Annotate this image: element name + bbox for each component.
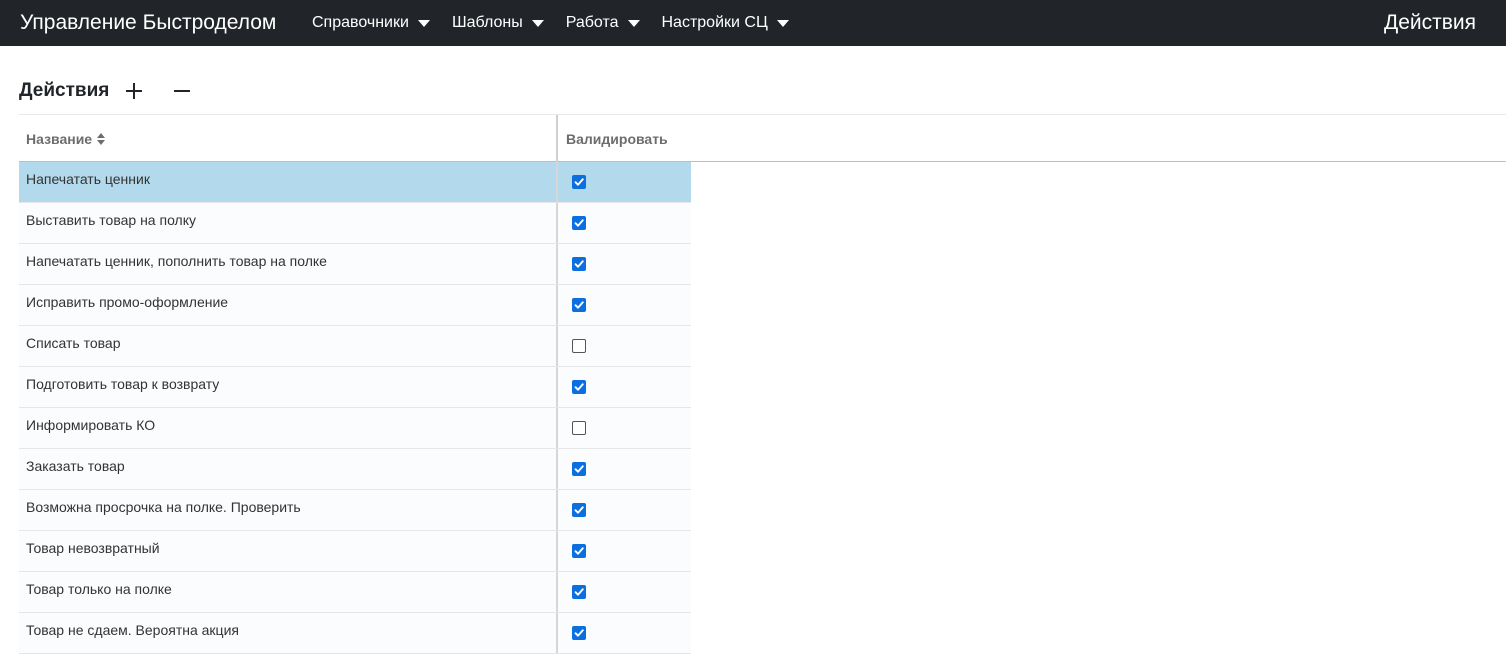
table-row[interactable]: Выставить товар на полку xyxy=(19,203,691,244)
validate-cell xyxy=(572,503,586,517)
action-name-cell[interactable]: Возможна просрочка на полке. Проверить xyxy=(19,490,558,530)
validate-checkbox[interactable] xyxy=(572,503,586,517)
current-page-label: Действия xyxy=(1383,11,1476,34)
table-row[interactable]: Списать товар xyxy=(19,326,691,367)
action-name-cell[interactable]: Подготовить товар к возврату xyxy=(19,367,558,407)
validate-cell xyxy=(572,216,586,230)
minus-icon xyxy=(174,90,191,92)
action-name-cell[interactable]: Товар не сдаем. Вероятна акция xyxy=(19,613,558,653)
validate-checkbox[interactable] xyxy=(572,421,586,435)
menu-templates-label: Шаблоны xyxy=(451,14,523,31)
validate-cell xyxy=(572,421,586,435)
action-name-cell[interactable]: Напечатать ценник xyxy=(19,162,558,202)
action-name-cell[interactable]: Напечатать ценник, пополнить товар на по… xyxy=(19,244,558,284)
grid-header: Название Валидировать xyxy=(19,114,1506,162)
validate-cell xyxy=(572,380,586,394)
validate-cell xyxy=(572,257,586,271)
validate-checkbox[interactable] xyxy=(572,339,586,353)
add-button[interactable] xyxy=(123,80,145,102)
validate-checkbox[interactable] xyxy=(572,585,586,599)
validate-checkbox[interactable] xyxy=(572,544,586,558)
validate-checkbox[interactable] xyxy=(572,216,586,230)
caret-down-icon xyxy=(627,20,640,27)
validate-cell xyxy=(572,175,586,189)
action-name-cell[interactable]: Списать товар xyxy=(19,326,558,366)
caret-down-icon xyxy=(531,20,544,27)
menu-settings-label: Настройки СЦ xyxy=(661,14,768,31)
action-name-cell[interactable]: Товар только на полке xyxy=(19,572,558,612)
table-row[interactable]: Подготовить товар к возврату xyxy=(19,367,691,408)
column-header-validate-label: Валидировать xyxy=(566,130,668,147)
menu-templates[interactable]: Шаблоны xyxy=(452,12,544,34)
validate-checkbox[interactable] xyxy=(572,462,586,476)
column-header-name[interactable]: Название xyxy=(19,115,558,162)
validate-checkbox[interactable] xyxy=(572,175,586,189)
table-row[interactable]: Напечатать ценник, пополнить товар на по… xyxy=(19,244,691,285)
column-header-name-label: Название xyxy=(26,130,93,147)
validate-cell xyxy=(572,585,586,599)
main-menu: Справочники Шаблоны Работа Настройки СЦ xyxy=(312,12,811,34)
validate-checkbox[interactable] xyxy=(572,380,586,394)
section-title: Действия xyxy=(19,80,110,101)
caret-down-icon xyxy=(776,20,789,27)
validate-cell xyxy=(572,544,586,558)
top-navbar: Управление Быстроделом Справочники Шабло… xyxy=(0,0,1506,46)
validate-cell xyxy=(572,462,586,476)
action-name-cell[interactable]: Исправить промо-оформление xyxy=(19,285,558,325)
caret-down-icon xyxy=(417,20,430,27)
table-row[interactable]: Товар невозвратный xyxy=(19,531,691,572)
menu-directories-label: Справочники xyxy=(312,14,409,31)
column-header-validate[interactable]: Валидировать xyxy=(560,115,668,162)
menu-directories[interactable]: Справочники xyxy=(312,12,430,34)
app-brand[interactable]: Управление Быстроделом xyxy=(20,9,276,37)
table-row[interactable]: Информировать КО xyxy=(19,408,691,449)
menu-work[interactable]: Работа xyxy=(566,12,640,34)
grid-body: Напечатать ценник Выставить товар на полк… xyxy=(19,162,691,654)
table-row[interactable]: Возможна просрочка на полке. Проверить xyxy=(19,490,691,531)
sort-icon[interactable] xyxy=(97,132,106,145)
table-row[interactable]: Товар не сдаем. Вероятна акция xyxy=(19,613,691,654)
action-name-cell[interactable]: Информировать КО xyxy=(19,408,558,448)
remove-button[interactable] xyxy=(171,80,193,102)
action-name-cell[interactable]: Заказать товар xyxy=(19,449,558,489)
validate-checkbox[interactable] xyxy=(572,298,586,312)
validate-checkbox[interactable] xyxy=(572,257,586,271)
validate-cell xyxy=(572,339,586,353)
menu-settings[interactable]: Настройки СЦ xyxy=(662,12,789,34)
menu-work-label: Работа xyxy=(565,14,619,31)
section-header: Действия xyxy=(19,78,193,104)
table-row[interactable]: Заказать товар xyxy=(19,449,691,490)
validate-cell xyxy=(572,298,586,312)
table-row[interactable]: Исправить промо-оформление xyxy=(19,285,691,326)
plus-icon xyxy=(126,83,143,99)
validate-checkbox[interactable] xyxy=(572,626,586,640)
validate-cell xyxy=(572,626,586,640)
action-name-cell[interactable]: Товар невозвратный xyxy=(19,531,558,571)
action-name-cell[interactable]: Выставить товар на полку xyxy=(19,203,558,243)
table-row[interactable]: Товар только на полке xyxy=(19,572,691,613)
table-row[interactable]: Напечатать ценник xyxy=(19,162,691,203)
